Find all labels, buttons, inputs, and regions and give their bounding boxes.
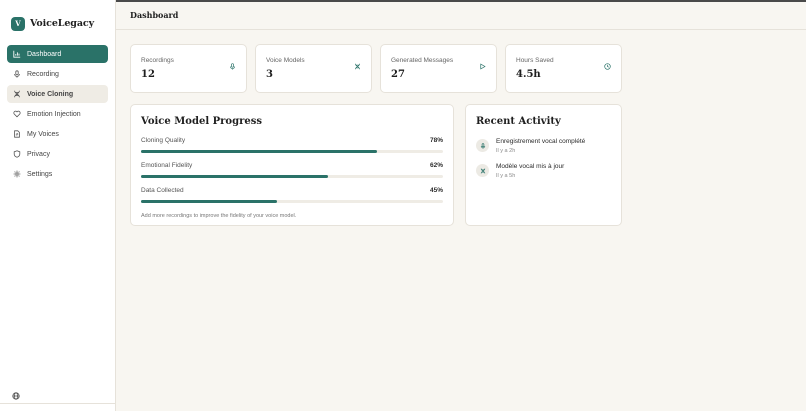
activity-item[interactable]: Enregistrement vocal complété Il y a 2h	[476, 138, 611, 154]
progress-label: Emotional Fidelity	[141, 162, 193, 169]
activity-title: Modèle vocal mis à jour	[496, 163, 565, 170]
stat-value: 3	[266, 69, 273, 80]
progress-fill	[141, 150, 377, 153]
dna-icon	[476, 164, 489, 177]
progress-label: Data Collected	[141, 187, 184, 194]
sidebar-item-privacy[interactable]: Privacy	[7, 145, 108, 163]
stat-card-hours-saved[interactable]: Hours Saved 4.5h	[505, 44, 622, 93]
progress-hint: Add more recordings to improve the fidel…	[141, 213, 297, 219]
dashboard-content: Recordings 12 Voice Models 3 Generated M…	[130, 44, 622, 226]
clock-icon	[604, 57, 611, 70]
app-shell: V VoiceLegacy Dashboard Recording Voice …	[0, 0, 806, 411]
sidebar-item-emotion-injection[interactable]: Emotion Injection	[7, 105, 108, 123]
stat-card-voice-models[interactable]: Voice Models 3	[255, 44, 372, 93]
brand-name: VoiceLegacy	[30, 18, 94, 29]
brand-logo: V	[11, 16, 25, 31]
stat-value: 27	[391, 69, 405, 80]
file-audio-icon	[13, 130, 21, 138]
sidebar-item-dashboard[interactable]: Dashboard	[7, 45, 108, 63]
sidebar-item-recording[interactable]: Recording	[7, 65, 108, 83]
globe-icon[interactable]	[12, 387, 20, 400]
sidebar-item-label: Voice Cloning	[27, 90, 74, 98]
activity-time: Il y a 5h	[496, 173, 516, 179]
sidebar-item-voice-cloning[interactable]: Voice Cloning	[7, 85, 108, 103]
sidebar-item-label: Privacy	[27, 150, 50, 158]
brand[interactable]: V VoiceLegacy	[0, 0, 115, 36]
sidebar-item-label: Emotion Injection	[27, 110, 81, 118]
sidebar-item-label: Recording	[27, 70, 59, 78]
progress-percent: 45%	[429, 187, 443, 194]
activity-title: Enregistrement vocal complété	[496, 138, 586, 145]
detail-row: Voice Model Progress Cloning Quality 78%…	[130, 104, 622, 226]
page-header: Dashboard	[116, 0, 806, 30]
sidebar-divider	[0, 403, 115, 404]
stat-label: Hours Saved	[516, 57, 554, 64]
bar-chart-icon	[13, 50, 21, 58]
sidebar-item-label: My Voices	[27, 130, 59, 138]
page-title: Dashboard	[130, 9, 179, 20]
stat-label: Recordings	[141, 57, 174, 64]
stat-card-recordings[interactable]: Recordings 12	[130, 44, 247, 93]
card-title: Recent Activity	[476, 116, 561, 127]
sidebar-nav: Dashboard Recording Voice Cloning Emotio…	[0, 45, 115, 183]
sidebar-item-label: Dashboard	[27, 50, 62, 58]
sidebar-item-settings[interactable]: Settings	[7, 165, 108, 183]
progress-item-data-collected: Data Collected 45%	[141, 187, 443, 203]
sidebar-item-label: Settings	[27, 170, 53, 178]
progress-track	[141, 200, 443, 203]
progress-percent: 62%	[429, 162, 443, 169]
gear-icon	[13, 170, 21, 178]
dna-icon	[13, 90, 21, 98]
progress-track	[141, 175, 443, 178]
stat-card-generated-messages[interactable]: Generated Messages 27	[380, 44, 497, 93]
progress-percent: 78%	[429, 137, 443, 144]
activity-item[interactable]: Modèle vocal mis à jour Il y a 5h	[476, 163, 611, 179]
mic-icon	[13, 70, 21, 78]
voice-model-progress-card: Voice Model Progress Cloning Quality 78%…	[130, 104, 454, 226]
heart-icon	[13, 110, 21, 118]
mic-icon	[229, 57, 236, 70]
sidebar: V VoiceLegacy Dashboard Recording Voice …	[0, 0, 116, 411]
main-area: Dashboard Recordings 12 Voice Models 3 G…	[116, 0, 806, 411]
recent-activity-card: Recent Activity Enregistrement vocal com…	[465, 104, 622, 226]
sidebar-item-my-voices[interactable]: My Voices	[7, 125, 108, 143]
progress-fill	[141, 200, 277, 203]
play-icon	[479, 57, 486, 70]
progress-item-cloning-quality: Cloning Quality 78%	[141, 137, 443, 153]
progress-item-emotional-fidelity: Emotional Fidelity 62%	[141, 162, 443, 178]
progress-track	[141, 150, 443, 153]
stat-value: 4.5h	[516, 69, 541, 80]
dna-icon	[354, 57, 361, 70]
shield-icon	[13, 150, 21, 158]
mic-icon	[476, 139, 489, 152]
stat-label: Generated Messages	[391, 57, 454, 64]
progress-label: Cloning Quality	[141, 137, 186, 144]
activity-time: Il y a 2h	[496, 148, 516, 154]
stat-label: Voice Models	[266, 57, 305, 64]
stat-value: 12	[141, 69, 155, 80]
stats-row: Recordings 12 Voice Models 3 Generated M…	[130, 44, 622, 93]
progress-fill	[141, 175, 329, 178]
card-title: Voice Model Progress	[141, 116, 262, 127]
